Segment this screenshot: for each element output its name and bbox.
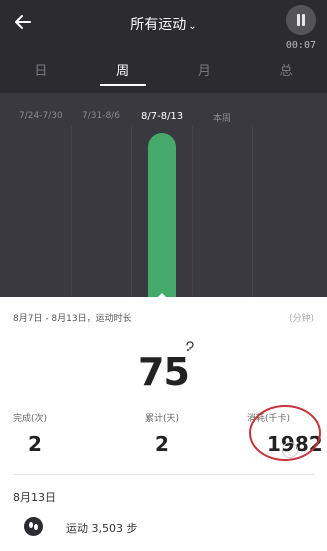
info-icon[interactable] — [183, 338, 196, 351]
daily-steps-text: 运动 3,503 步 — [66, 522, 138, 535]
workout-timer: 00:07 — [285, 40, 316, 51]
chart-bar[interactable] — [148, 133, 176, 297]
pause-button[interactable] — [286, 5, 316, 35]
stat-days: 累计(天) 2 — [117, 411, 207, 456]
header-panel: 所有运动 ⌄ 00:07 日 周 月 总 7/24-7/30 7/31-8/6 8/7… — [0, 0, 327, 297]
top-bar: 所有运动 ⌄ 00:07 — [0, 0, 327, 51]
stat-label: 完成(次) — [13, 414, 48, 424]
sport-filter-dropdown[interactable]: 所有运动 ⌄ — [0, 14, 327, 34]
day-date-label: 8月13日 — [13, 491, 56, 504]
footsteps-icon — [24, 517, 43, 536]
chart-gridline — [131, 126, 132, 297]
range-label: 8月7日 - 8月13日，运动时长 — [13, 314, 132, 324]
weekly-duration-chart[interactable]: 7/24-7/30 7/31-8/6 8/7-8/13 本周 — [0, 93, 327, 297]
period-tabs: 日 周 月 总 — [0, 56, 327, 90]
week-tick-label[interactable]: 7/24-7/30 — [19, 111, 63, 121]
week-tick-label[interactable]: 本周 — [213, 111, 231, 124]
tab-label: 周 — [116, 64, 130, 79]
selected-bar-marker — [158, 293, 166, 297]
tab-week[interactable]: 周 — [82, 56, 164, 90]
tab-day[interactable]: 日 — [0, 56, 82, 90]
highlight-annotation-circle — [249, 405, 321, 461]
total-duration-value: 75 — [138, 350, 190, 394]
tab-label: 月 — [197, 64, 211, 79]
tab-label: 总 — [279, 64, 293, 79]
stat-label: 累计(天) — [144, 414, 180, 424]
tab-label: 日 — [34, 64, 48, 79]
active-tab-indicator — [99, 84, 146, 86]
pause-icon-bar — [302, 14, 305, 26]
chevron-down-icon: ⌄ — [188, 21, 197, 32]
stat-value: 2 — [28, 432, 42, 456]
chart-gridline — [252, 126, 253, 297]
tab-total[interactable]: 总 — [245, 56, 327, 90]
divider — [13, 474, 314, 475]
page-title: 所有运动 — [130, 17, 187, 33]
chart-gridline — [192, 126, 193, 297]
stat-value: 2 — [155, 432, 169, 456]
chart-gridline — [71, 126, 72, 297]
tab-month[interactable]: 月 — [164, 56, 246, 90]
week-tick-label[interactable]: 8/7-8/13 — [141, 111, 183, 122]
stat-completed: 完成(次) 2 — [13, 411, 103, 456]
week-tick-label[interactable]: 7/31-8/6 — [82, 111, 120, 121]
unit-label: (分钟) — [288, 314, 314, 324]
pause-icon — [297, 14, 300, 26]
